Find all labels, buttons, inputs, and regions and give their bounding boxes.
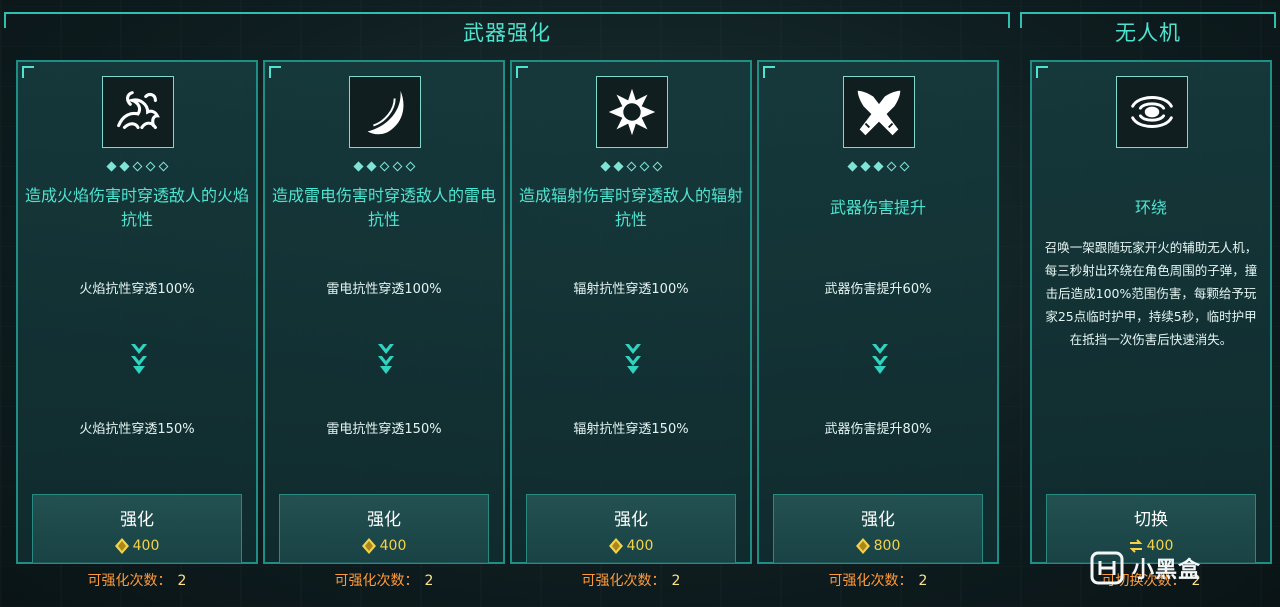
corner-mark <box>22 66 34 78</box>
upgrade-button[interactable]: 强化 400 <box>526 494 736 564</box>
level-dot-filled <box>873 161 883 172</box>
level-dot-empty <box>626 161 636 172</box>
button-label: 切换 <box>1134 510 1168 530</box>
count-label: 可强化次数： <box>828 573 913 589</box>
level-dot-filled <box>119 161 129 172</box>
xiaoheihe-watermark: 小黑盒 <box>1090 546 1260 590</box>
stat-next: 火焰抗性穿透150% <box>79 422 195 437</box>
drone-card-orbit: 环绕 召唤一架跟随玩家开火的辅助无人机，每三秒射出环绕在角色周围的子弹，撞击后造… <box>1030 60 1272 564</box>
level-dot-filled <box>353 161 363 172</box>
cost-display: 400 <box>114 538 160 554</box>
level-indicator <box>265 160 503 174</box>
upgrade-card-fire: 造成火焰伤害时穿透敌人的火焰抗性 火焰抗性穿透100% 火焰抗性穿透150% 强… <box>16 60 258 564</box>
level-dot-empty <box>639 161 649 172</box>
stat-current: 武器伤害提升60% <box>824 282 932 297</box>
drone-section-title: 无人机 <box>1115 21 1181 45</box>
orbit-signal-icon <box>1116 76 1188 148</box>
corner-mark <box>269 66 281 78</box>
card-title: 造成火焰伤害时穿透敌人的火焰抗性 <box>24 186 249 229</box>
crossed-bullets-icon <box>843 76 915 148</box>
button-label: 强化 <box>861 510 895 530</box>
count-value: 2 <box>671 573 681 589</box>
level-dot-empty <box>145 161 155 172</box>
weapon-section-title: 武器强化 <box>463 21 551 45</box>
level-dot-empty <box>886 161 896 172</box>
button-label: 强化 <box>120 510 154 530</box>
upgrade-count: 可强化次数： 2 <box>757 570 999 590</box>
count-label: 可强化次数： <box>581 573 666 589</box>
upgrade-button[interactable]: 强化 800 <box>773 494 983 564</box>
upgrade-card-lightning: 造成雷电伤害时穿透敌人的雷电抗性 雷电抗性穿透100% 雷电抗性穿透150% 强… <box>263 60 505 564</box>
level-dot-filled <box>847 161 857 172</box>
card-title: 造成雷电伤害时穿透敌人的雷电抗性 <box>271 186 496 229</box>
crystal-icon <box>114 538 129 554</box>
crystal-icon <box>855 538 870 554</box>
card-title: 造成辐射伤害时穿透敌人的辐射抗性 <box>518 186 743 229</box>
level-dot-empty <box>158 161 168 172</box>
cost-value: 400 <box>132 538 160 554</box>
level-dot-empty <box>405 161 415 172</box>
crystal-icon <box>608 538 623 554</box>
count-value: 2 <box>424 573 434 589</box>
stat-current: 辐射抗性穿透100% <box>573 282 689 297</box>
crystal-icon <box>361 538 376 554</box>
cost-display: 400 <box>608 538 654 554</box>
level-dot-empty <box>392 161 402 172</box>
level-indicator <box>512 160 750 174</box>
double-chevron-down-icon <box>131 344 147 374</box>
upgrade-count: 可强化次数： 2 <box>263 570 505 590</box>
cost-display: 800 <box>855 538 901 554</box>
cost-display: 400 <box>361 538 407 554</box>
count-label: 可强化次数： <box>87 573 172 589</box>
stat-current: 火焰抗性穿透100% <box>79 282 195 297</box>
drone-description: 召唤一架跟随玩家开火的辅助无人机，每三秒射出环绕在角色周围的子弹，撞击后造成10… <box>1044 240 1258 347</box>
double-chevron-down-icon <box>872 344 888 374</box>
cost-value: 400 <box>379 538 407 554</box>
level-indicator <box>18 160 256 174</box>
level-dot-empty <box>652 161 662 172</box>
stat-next: 武器伤害提升80% <box>824 422 932 437</box>
count-label: 可强化次数： <box>334 573 419 589</box>
cost-value: 800 <box>873 538 901 554</box>
level-dot-filled <box>106 161 116 172</box>
stat-current: 雷电抗性穿透100% <box>326 282 442 297</box>
level-dot-empty <box>132 161 142 172</box>
upgrade-count: 可强化次数： 2 <box>16 570 258 590</box>
corner-mark <box>763 66 775 78</box>
card-title: 环绕 <box>1134 198 1167 217</box>
upgrade-card-radiation: 造成辐射伤害时穿透敌人的辐射抗性 辐射抗性穿透100% 辐射抗性穿透150% 强… <box>510 60 752 564</box>
card-title: 武器伤害提升 <box>829 198 926 217</box>
level-indicator <box>759 160 997 174</box>
corner-mark <box>1036 66 1048 78</box>
count-value: 2 <box>177 573 187 589</box>
level-dot-filled <box>860 161 870 172</box>
level-dot-filled <box>366 161 376 172</box>
xiaoheihe-logo-icon <box>1090 551 1124 585</box>
button-label: 强化 <box>367 510 401 530</box>
stat-next: 雷电抗性穿透150% <box>326 422 442 437</box>
level-dot-filled <box>613 161 623 172</box>
upgrade-card-weapon-damage: 武器伤害提升 武器伤害提升60% 武器伤害提升80% 强化 800 <box>757 60 999 564</box>
lightning-slash-icon <box>349 76 421 148</box>
upgrade-count: 可强化次数： 2 <box>510 570 752 590</box>
radiation-burst-icon <box>596 76 668 148</box>
count-value: 2 <box>918 573 928 589</box>
level-dot-empty <box>379 161 389 172</box>
upgrade-button[interactable]: 强化 400 <box>32 494 242 564</box>
corner-mark <box>516 66 528 78</box>
level-dot-filled <box>600 161 610 172</box>
double-chevron-down-icon <box>625 344 641 374</box>
cost-value: 400 <box>626 538 654 554</box>
fire-beast-icon <box>102 76 174 148</box>
watermark-text: 小黑盒 <box>1132 558 1202 583</box>
button-label: 强化 <box>614 510 648 530</box>
stat-next: 辐射抗性穿透150% <box>573 422 689 437</box>
upgrade-button[interactable]: 强化 400 <box>279 494 489 564</box>
level-dot-empty <box>899 161 909 172</box>
double-chevron-down-icon <box>378 344 394 374</box>
